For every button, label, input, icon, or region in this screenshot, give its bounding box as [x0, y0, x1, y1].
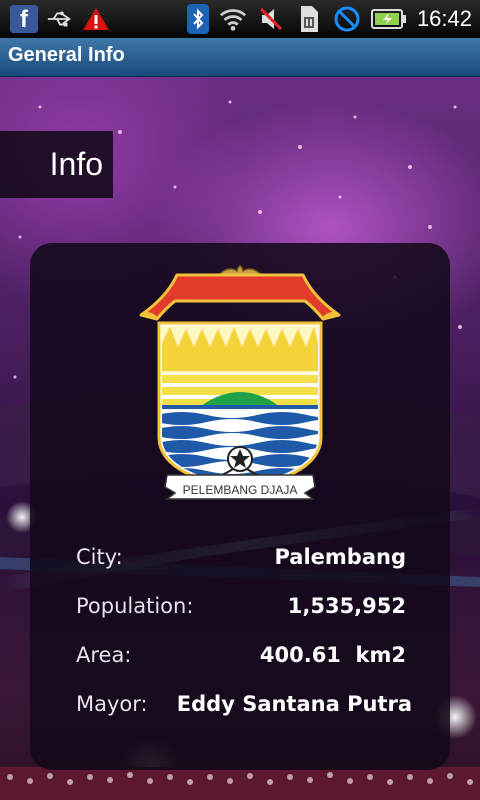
population-value: 1,535,952 — [287, 594, 406, 618]
population-label: Population: — [76, 594, 194, 618]
battery-icon — [370, 5, 407, 33]
info-row-city: City: Palembang — [76, 541, 406, 590]
status-clock: 16:42 — [416, 6, 472, 31]
section-header-label: Info — [49, 146, 103, 182]
page-title: General Info — [8, 44, 125, 66]
wifi-icon — [219, 5, 247, 33]
section-header: Info — [0, 131, 113, 198]
title-bar: General Info — [0, 38, 480, 77]
warning-icon — [82, 5, 110, 33]
status-bar: f 16:42 — [0, 0, 480, 38]
city-value: Palembang — [274, 545, 406, 569]
info-card: PELEMBANG DJAJA City: Palembang Populati… — [30, 243, 450, 770]
city-emblem: PELEMBANG DJAJA — [139, 265, 341, 500]
bluetooth-icon — [186, 4, 209, 34]
info-row-mayor: Mayor: Eddy Santana Putra — [76, 688, 412, 737]
facebook-icon: f — [10, 5, 38, 33]
mayor-label: Mayor: — [76, 692, 148, 716]
info-row-area: Area: 400.61 km2 — [76, 639, 406, 688]
usb-icon — [46, 5, 74, 33]
area-label: Area: — [76, 643, 132, 667]
area-value: 400.61 km2 — [259, 643, 406, 667]
no-signal-icon — [333, 5, 361, 33]
mute-icon — [257, 5, 285, 33]
info-list: City: Palembang Population: 1,535,952 Ar… — [76, 541, 412, 737]
sim-icon — [295, 5, 323, 33]
emblem-motto: PELEMBANG DJAJA — [183, 483, 298, 497]
city-label: City: — [76, 545, 123, 569]
mayor-value: Eddy Santana Putra — [176, 692, 412, 716]
info-row-population: Population: 1,535,952 — [76, 590, 406, 639]
